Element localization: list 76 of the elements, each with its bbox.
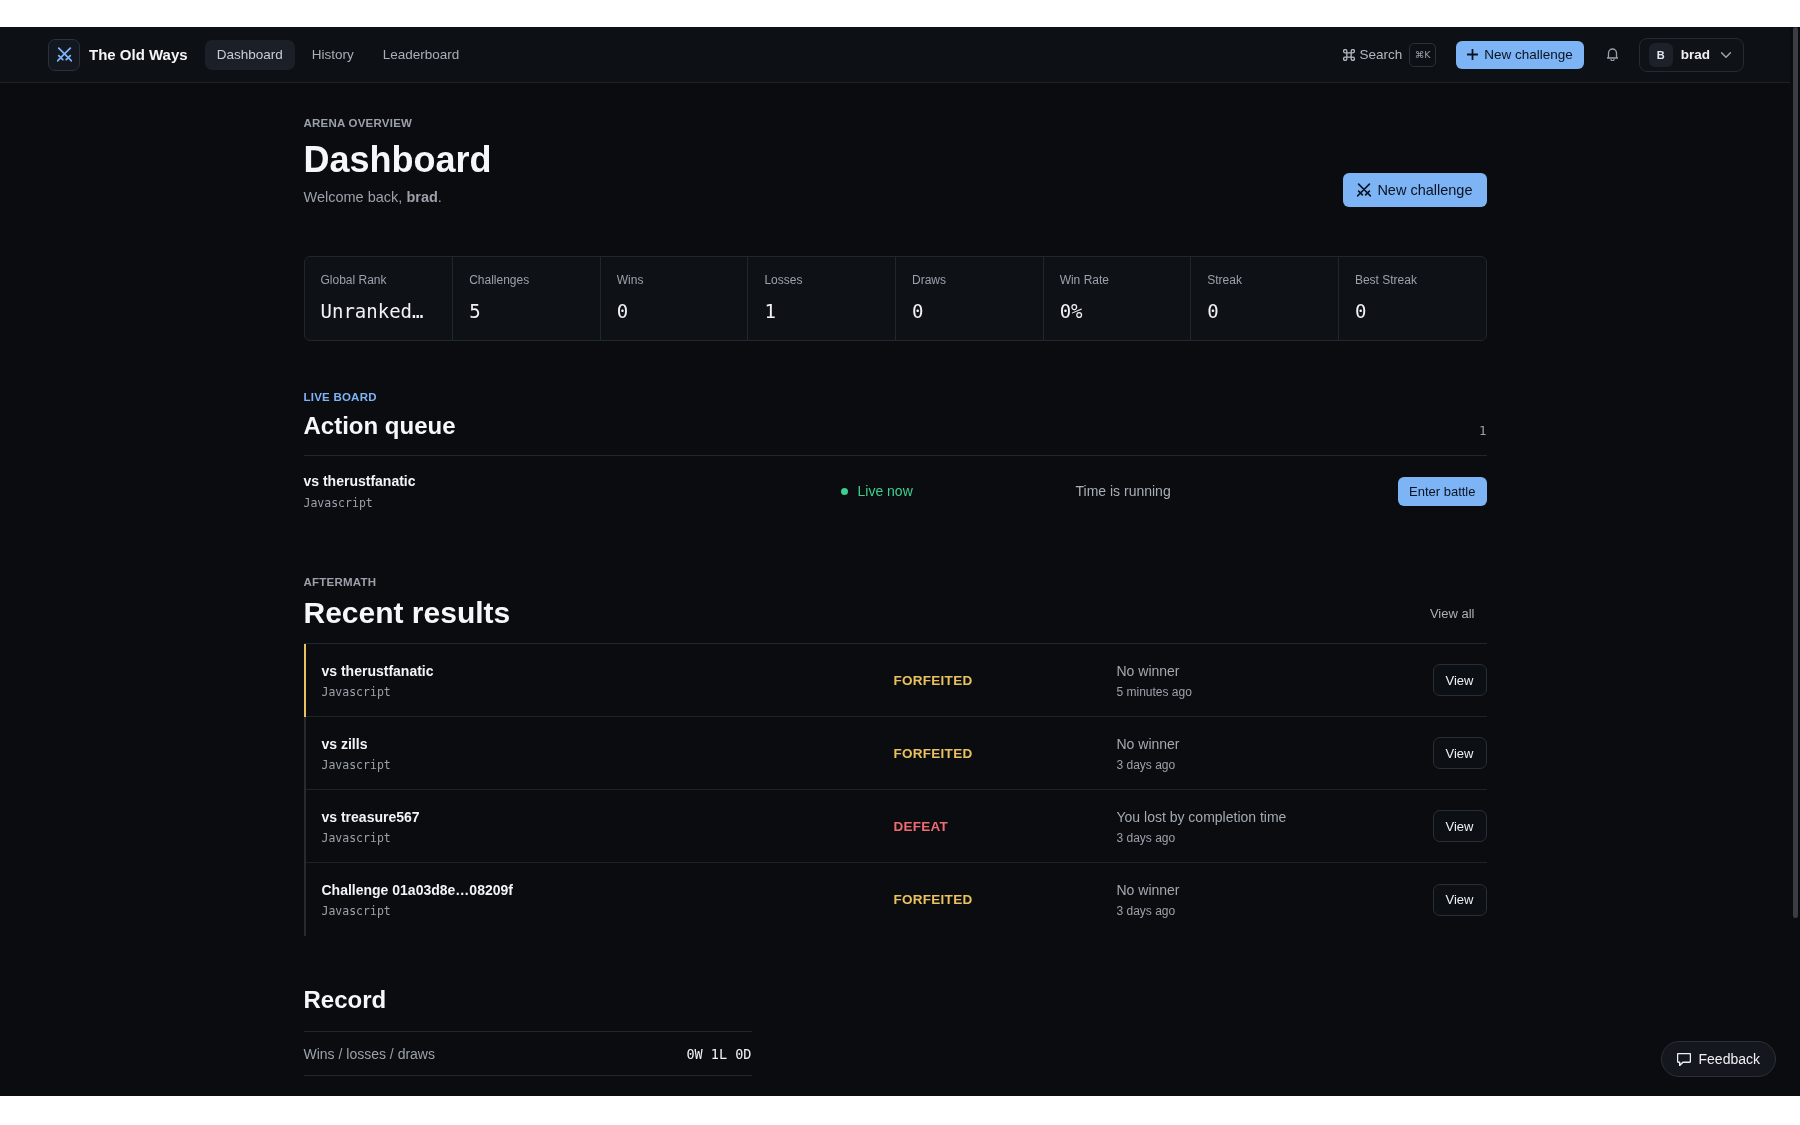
timer-note: Time is running	[1075, 483, 1171, 499]
section-eyebrow: LIVE BOARD	[303, 390, 377, 405]
stat-value: 5	[469, 299, 481, 324]
user-avatar: B	[1648, 42, 1673, 67]
enter-battle-button[interactable]: Enter battle	[1398, 476, 1487, 506]
nav-tab[interactable]: Leaderboard	[370, 39, 472, 70]
result-time: 3 days ago	[1116, 903, 1176, 919]
result-detail: No winner	[1116, 734, 1180, 754]
plus-icon	[1467, 49, 1479, 60]
stat-label: Wins	[616, 272, 644, 288]
language-label: Javascript	[321, 756, 391, 773]
outcome-label: DEFEAT	[893, 818, 949, 834]
brand-name[interactable]: The Old Ways	[89, 46, 188, 63]
notification-bell-icon[interactable]	[1606, 48, 1618, 61]
stat-label: Losses	[764, 272, 803, 288]
result-time: 5 minutes ago	[1116, 683, 1192, 700]
match-title: vs treasure567	[321, 807, 420, 827]
stat-value: 0%	[1059, 299, 1083, 324]
view-button[interactable]: View	[1432, 810, 1487, 842]
result-detail: You lost by completion time	[1116, 807, 1287, 827]
section-title: Record	[303, 985, 387, 1015]
section-title: Recent results	[303, 595, 511, 631]
nav-tab[interactable]: Dashboard	[204, 39, 295, 70]
stat-value: Unranked…	[320, 299, 424, 324]
live-status-text: Live now	[857, 483, 913, 499]
crossed-swords-logo-icon[interactable]	[48, 38, 80, 71]
stat-label: Win Rate	[1059, 272, 1109, 288]
section-title: Action queue	[303, 411, 456, 441]
stat-value: 0	[616, 299, 629, 324]
stat-label: Challenges	[469, 272, 530, 288]
match-title: vs zills	[321, 734, 368, 754]
welcome-text: Welcome back, brad.	[303, 188, 442, 207]
outcome-label: FORFEITED	[893, 892, 973, 907]
stat-value: 0	[1354, 299, 1367, 324]
language-label: Javascript	[303, 495, 373, 511]
stat-label: Draws	[912, 272, 946, 288]
scrollbar-thumb[interactable]	[1792, 27, 1798, 918]
feedback-button[interactable]: Feedback	[1660, 1041, 1776, 1077]
result-detail: No winner	[1116, 881, 1180, 900]
chevron-down-icon	[1721, 51, 1731, 58]
match-title: vs therustfanatic	[321, 661, 434, 681]
stat-value: 1	[764, 299, 776, 324]
record-label: Wins / losses / draws	[303, 1045, 435, 1062]
new-challenge-button[interactable]: New challenge	[1456, 40, 1584, 69]
shortcut-hint: ⌘K	[1409, 42, 1437, 67]
search-button[interactable]: Search	[1343, 40, 1403, 69]
result-detail: No winner	[1116, 661, 1180, 681]
outcome-label: FORFEITED	[893, 745, 973, 761]
language-label: Javascript	[321, 903, 391, 919]
command-key-icon	[1343, 48, 1356, 61]
language-label: Javascript	[321, 829, 391, 846]
match-title: vs therustfanatic	[303, 472, 416, 491]
language-label: Javascript	[321, 683, 391, 700]
match-title: Challenge 01a03d8e…08209f	[321, 881, 513, 900]
queue-count: 1	[1478, 423, 1487, 439]
section-eyebrow: AFTERMATH	[303, 575, 377, 590]
section-eyebrow: ARENA OVERVIEW	[303, 116, 413, 131]
stat-label: Best Streak	[1354, 272, 1417, 288]
view-button[interactable]: View	[1432, 737, 1487, 769]
stat-label: Streak	[1207, 272, 1242, 288]
stat-label: Global Rank	[320, 272, 387, 288]
chat-bubble-icon	[1676, 1052, 1691, 1066]
outcome-label: FORFEITED	[893, 672, 973, 688]
user-menu-button[interactable]: B brad	[1638, 37, 1744, 72]
stat-value: 0	[1207, 299, 1219, 324]
view-all-link[interactable]: View all	[1417, 599, 1487, 627]
record-value: 0W 1L 0D	[686, 1045, 752, 1062]
crossed-swords-icon	[1357, 183, 1372, 197]
page-title: Dashboard	[303, 138, 492, 182]
view-button[interactable]: View	[1432, 664, 1487, 696]
stat-value: 0	[912, 299, 924, 324]
result-time: 3 days ago	[1116, 756, 1176, 773]
view-button[interactable]: View	[1432, 883, 1487, 916]
nav-tab[interactable]: History	[299, 39, 366, 70]
result-time: 3 days ago	[1116, 829, 1176, 846]
new-challenge-button[interactable]: New challenge	[1343, 173, 1487, 207]
